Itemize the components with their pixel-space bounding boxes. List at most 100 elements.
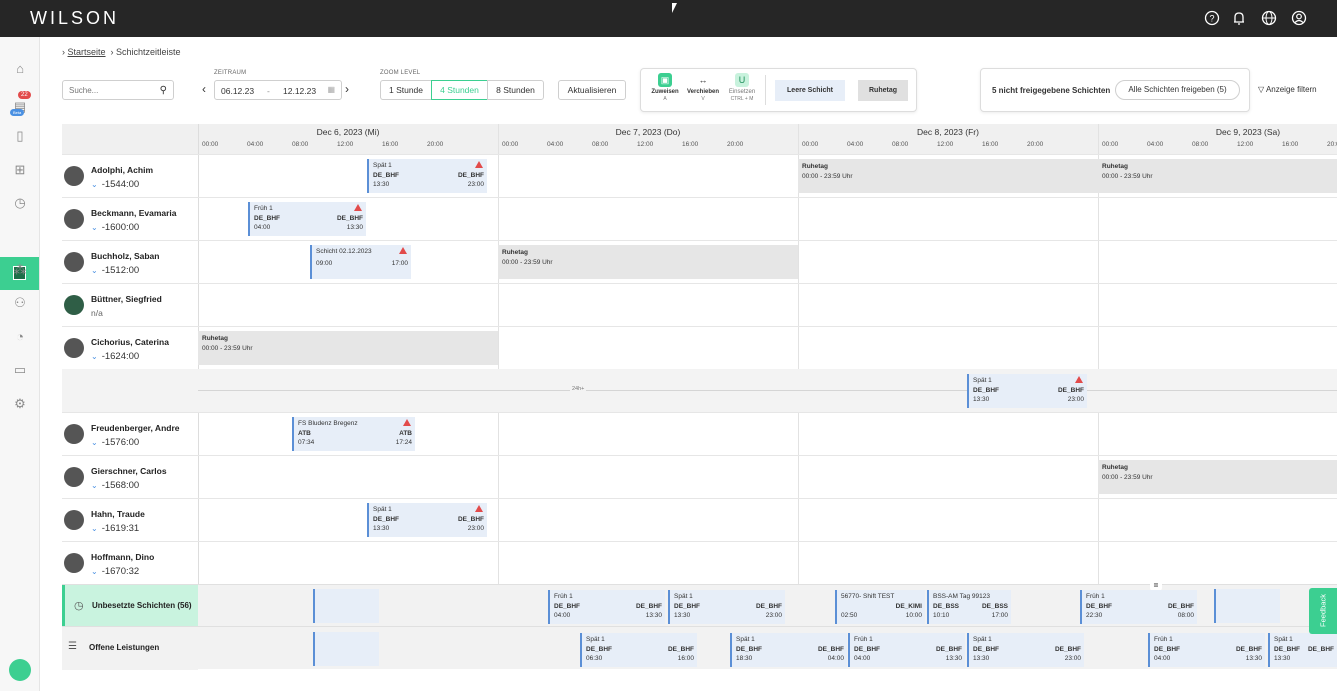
employee-name-cell[interactable]: Hoffmann, Dino ⌄ -1670:32 (62, 541, 198, 584)
shift-card[interactable]: Spät 1 DE_BHF DE_BHF 13:30 23:00 (668, 590, 785, 624)
shift-card[interactable]: Spät 1 DE_BHF DE_BHF 13:30 23:00 (367, 503, 487, 537)
shift-card[interactable]: Spät 1 DE_BHF DE_BHF 13:30 (1268, 633, 1337, 667)
chat-icon[interactable] (9, 659, 31, 681)
checklist-icon: ☰ (68, 641, 77, 652)
shift-card[interactable] (313, 632, 379, 666)
employee-row[interactable]: Früh 1 DE_BHF DE_BHF 04:00 13:30 (62, 197, 1337, 240)
refresh-button[interactable]: Aktualisieren (558, 80, 626, 100)
zoom-4h-button[interactable]: 4 Stunden (431, 80, 488, 100)
date-from[interactable]: 06.12.23 (221, 86, 254, 96)
shift-card[interactable]: Spät 1 DE_BHF DE_BHF 06:30 16:00 (580, 633, 697, 667)
help-icon[interactable]: ? (1204, 10, 1220, 26)
search-field[interactable]: ⚲ (62, 80, 174, 100)
shift-card[interactable]: Früh 1 DE_BHF DE_BHF 04:00 13:30 (548, 590, 665, 624)
zoom-8h-button[interactable]: 8 Stunden (487, 80, 544, 100)
move-shortcut: V (701, 96, 705, 102)
shift-location: DE_BHF (935, 646, 962, 653)
hour-label: 08:00 (292, 141, 309, 148)
employee-row[interactable]: Ruhetag 00:00 - 23:59 Uhr (62, 326, 1337, 369)
notification-badge: 22 (18, 91, 31, 99)
rest-day-card[interactable]: Ruhetag 00:00 - 23:59 Uhr (1098, 159, 1337, 193)
report-icon[interactable]: ▭ (10, 360, 30, 380)
warning-icon (399, 247, 407, 254)
shift-card[interactable]: Früh 1 DE_BHF DE_BHF 04:00 13:30 (848, 633, 965, 667)
search-icon[interactable]: ⚲ (160, 85, 167, 96)
shift-card[interactable]: Spät 1 DE_BHF DE_BHF 13:30 23:00 (367, 159, 487, 193)
employee-row[interactable]: Spät 1 DE_BHF DE_BHF 13:30 23:00 (62, 498, 1337, 541)
shift-card[interactable] (1214, 589, 1280, 623)
shift-location: DE_BHF (635, 603, 662, 610)
prev-period-icon[interactable]: ‹ (202, 82, 206, 96)
clock-icon[interactable]: ◷ (10, 193, 30, 213)
shift-location: DE_BHF (1235, 646, 1262, 653)
shift-end: 04:00 (827, 655, 844, 662)
rest-title: Ruhetag (802, 163, 828, 170)
shift-card[interactable]: Früh 1 DE_BHF DE_BHF 04:00 13:30 (248, 202, 366, 236)
shift-card[interactable]: Schicht 02.12.2023 09:00 17:00 (310, 245, 411, 279)
history-icon[interactable]: ◔ (10, 327, 30, 347)
shift-location: DE_BHF (667, 646, 694, 653)
user-icon[interactable] (1291, 10, 1307, 26)
shift-end: 10:00 (905, 612, 922, 619)
next-period-icon[interactable]: › (345, 82, 349, 96)
shift-card[interactable] (313, 589, 379, 623)
shift-location: DE_BHF (973, 387, 1000, 394)
feedback-tab[interactable]: Feedback (1309, 588, 1337, 634)
filter-button[interactable]: ▽ Anzeige filtern (1258, 85, 1317, 94)
calendar-picker-icon[interactable]: ▦ (327, 85, 335, 94)
employee-row[interactable]: Spät 1 DE_BHF DE_BHF 13:30 23:00 Ruhetag 00… (62, 154, 1337, 197)
warning-icon (475, 505, 483, 512)
rest-day-card[interactable]: Ruhetag 00:00 - 23:59 Uhr (1098, 460, 1337, 494)
insert-tool[interactable]: U Einsetzen CTRL + M (722, 73, 762, 102)
team-icon[interactable]: ⚇ (10, 293, 30, 313)
shift-end: 23:00 (1067, 396, 1084, 403)
shift-card[interactable]: Spät 1 DE_BHF DE_BHF 13:30 23:00 (967, 633, 1084, 667)
employee-row[interactable]: FS Bludenz Bregenz ATB ATB 07:34 17:24 (62, 412, 1337, 455)
zeitraum-label: ZEITRAUM (214, 70, 247, 76)
assign-tool[interactable]: ▣ Zuweisen A (645, 73, 685, 102)
shift-card[interactable]: Spät 1 DE_BHF DE_BHF 13:30 23:00 (967, 374, 1087, 408)
move-tool[interactable]: ↔ Verchieben V (683, 73, 723, 102)
shift-card[interactable]: Früh 1 DE_BHF DE_BHF 22:30 08:00 (1080, 590, 1197, 624)
breadcrumb-home[interactable]: Startseite (68, 47, 106, 57)
open-services-header: ☰ Offene Leistungen (62, 627, 198, 670)
shift-card[interactable]: 56770- Shift TEST DE_KIMI 02:50 10:00 (835, 590, 925, 624)
bell-icon[interactable] (1231, 10, 1247, 26)
shift-start: 04:00 (854, 655, 871, 662)
rest-day-card[interactable]: Ruhetag 00:00 - 23:59 Uhr (498, 245, 798, 279)
chevron-down-icon[interactable]: ⌄ (91, 567, 98, 576)
employee-row[interactable]: Ruhetag 00:00 - 23:59 Uhr (62, 455, 1337, 498)
app-logo[interactable]: WILSON (30, 8, 119, 29)
org-chart-icon[interactable]: ⊞ (10, 160, 30, 180)
date-range-field[interactable]: 06.12.23 - 12.12.23 ▦ (214, 80, 342, 100)
home-icon[interactable]: ⌂ (10, 59, 30, 79)
empty-shift-button[interactable]: Leere Schicht (775, 80, 845, 101)
date-separator: - (267, 86, 270, 96)
employee-row[interactable]: Schicht 02.12.2023 09:00 17:00 Ruhetag 00:… (62, 240, 1337, 283)
open-services-row[interactable]: ☰ Offene Leistungen (62, 626, 1337, 670)
shift-location: DE_BHF (1274, 646, 1301, 653)
shift-end: 23:00 (467, 181, 484, 188)
rest-day-button[interactable]: Ruhetag (858, 80, 908, 101)
shift-card[interactable]: Spät 1 DE_BHF DE_BHF 18:30 04:00 (730, 633, 847, 667)
employee-row[interactable]: 24h+ Spät 1 DE_BHF DE_BHF 13:30 23:00 (62, 369, 1337, 412)
rest-day-card[interactable]: Ruhetag 00:00 - 23:59 Uhr (798, 159, 1098, 193)
zoom-1h-button[interactable]: 1 Stunde (380, 80, 432, 100)
date-to[interactable]: 12.12.23 (283, 86, 316, 96)
span-line (198, 390, 1337, 391)
tool-panel: ▣ Zuweisen A ↔ Verchieben V U Einsetzen … (640, 68, 917, 112)
release-all-button[interactable]: Alle Schichten freigeben (5) (1115, 80, 1240, 100)
settings-icon[interactable]: ⚙ (10, 394, 30, 414)
shift-title: Spät 1 (586, 636, 605, 643)
shift-card[interactable]: BSS-AM Tag 99123 DE_BSS DE_BSS 10:10 17:00 (927, 590, 1011, 624)
network-icon[interactable]: ⁂ (10, 260, 30, 280)
shift-card[interactable]: Früh 1 DE_BHF DE_BHF 04:00 13:30 (1148, 633, 1265, 667)
search-input[interactable] (69, 81, 159, 99)
rest-day-card[interactable]: Ruhetag 00:00 - 23:59 Uhr (198, 331, 498, 365)
shift-card[interactable]: FS Bludenz Bregenz ATB ATB 07:34 17:24 (292, 417, 415, 451)
globe-icon[interactable] (1261, 10, 1277, 26)
document-icon[interactable]: ▯ (10, 126, 30, 146)
rest-title: Ruhetag (1102, 163, 1128, 170)
employee-name-cell[interactable]: Büttner, Siegfried n/a (62, 283, 198, 326)
shift-title: Spät 1 (736, 636, 755, 643)
